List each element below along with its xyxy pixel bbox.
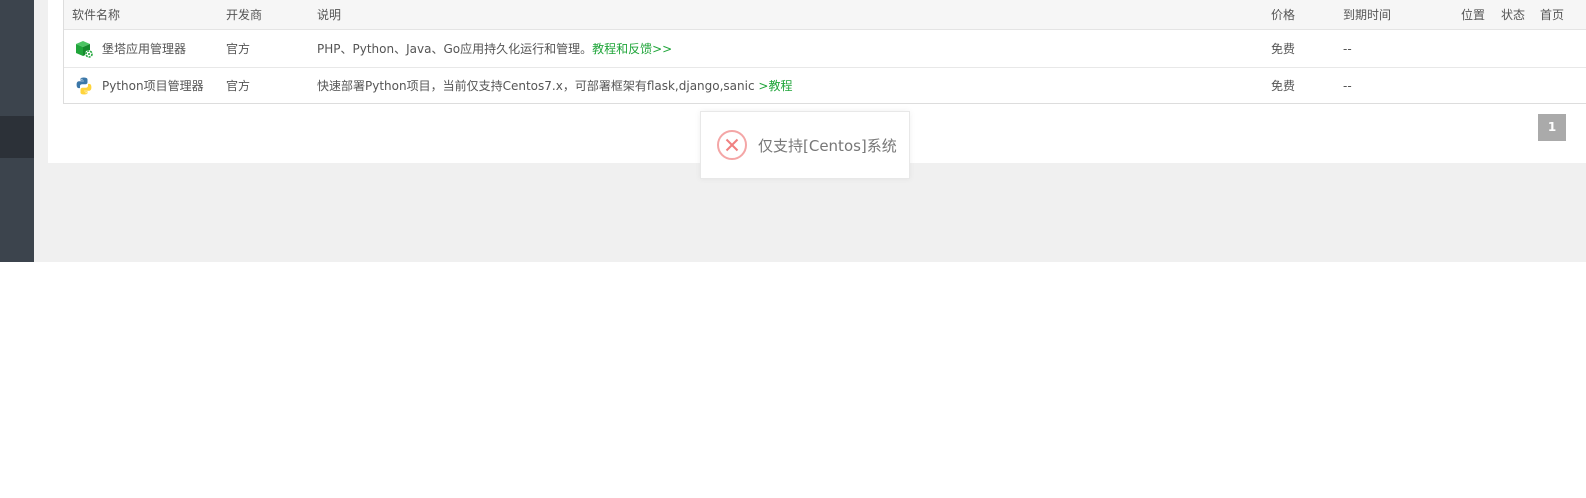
header-expiry[interactable]: 到期时间 — [1343, 0, 1461, 30]
green-cube-gear-icon[interactable] — [74, 39, 94, 59]
pagination-page-1[interactable]: 1 — [1538, 114, 1566, 141]
sidebar — [0, 0, 34, 262]
table-header-row: 软件名称 开发商 说明 价格 到期时间 位置 状态 首页 — [64, 0, 1586, 30]
tutorial-link[interactable]: >教程 — [758, 79, 792, 93]
developer-cell: 官方 — [226, 29, 317, 68]
status-cell — [1501, 29, 1540, 68]
price-cell: 免费 — [1271, 79, 1296, 93]
sidebar-active-item[interactable] — [0, 116, 34, 158]
location-cell — [1461, 29, 1501, 68]
description-cell: 快速部署Python项目，当前仅支持Centos7.x，可部署框架有flask,… — [317, 68, 1271, 104]
description-text: 快速部署Python项目，当前仅支持Centos7.x，可部署框架有flask,… — [317, 79, 759, 93]
location-cell — [1461, 68, 1501, 104]
software-name[interactable]: Python项目管理器 — [102, 77, 204, 94]
software-table: 软件名称 开发商 说明 价格 到期时间 位置 状态 首页 堡塔应用管理器 官方 … — [63, 0, 1586, 104]
header-name[interactable]: 软件名称 — [64, 0, 226, 30]
header-description: 说明 — [317, 0, 1271, 30]
description-cell: PHP、Python、Java、Go应用持久化运行和管理。教程和反馈>> — [317, 29, 1271, 68]
header-developer: 开发商 — [226, 0, 317, 30]
tutorial-feedback-link[interactable]: 教程和反馈>> — [592, 42, 672, 56]
python-logo-icon[interactable] — [74, 76, 94, 96]
header-status: 状态 — [1501, 0, 1540, 30]
error-toast: 仅支持[Centos]系统 — [700, 111, 910, 179]
status-cell — [1501, 68, 1540, 104]
software-name[interactable]: 堡塔应用管理器 — [102, 40, 186, 57]
home-cell — [1540, 29, 1586, 68]
home-cell — [1540, 68, 1586, 104]
price-cell: 免费 — [1271, 29, 1343, 68]
toast-message: 仅支持[Centos]系统 — [758, 136, 897, 155]
table-row: 堡塔应用管理器 官方 PHP、Python、Java、Go应用持久化运行和管理。… — [64, 29, 1586, 68]
developer-cell: 官方 — [226, 79, 251, 93]
description-text: PHP、Python、Java、Go应用持久化运行和管理。 — [317, 42, 593, 56]
table-row: Python项目管理器 官方 快速部署Python项目，当前仅支持Centos7… — [64, 68, 1586, 104]
header-price[interactable]: 价格 — [1271, 0, 1343, 30]
header-home: 首页 — [1540, 0, 1586, 30]
expiry-cell: -- — [1343, 29, 1461, 68]
error-x-icon — [717, 130, 747, 160]
expiry-cell: -- — [1343, 78, 1352, 93]
header-location: 位置 — [1461, 0, 1501, 30]
